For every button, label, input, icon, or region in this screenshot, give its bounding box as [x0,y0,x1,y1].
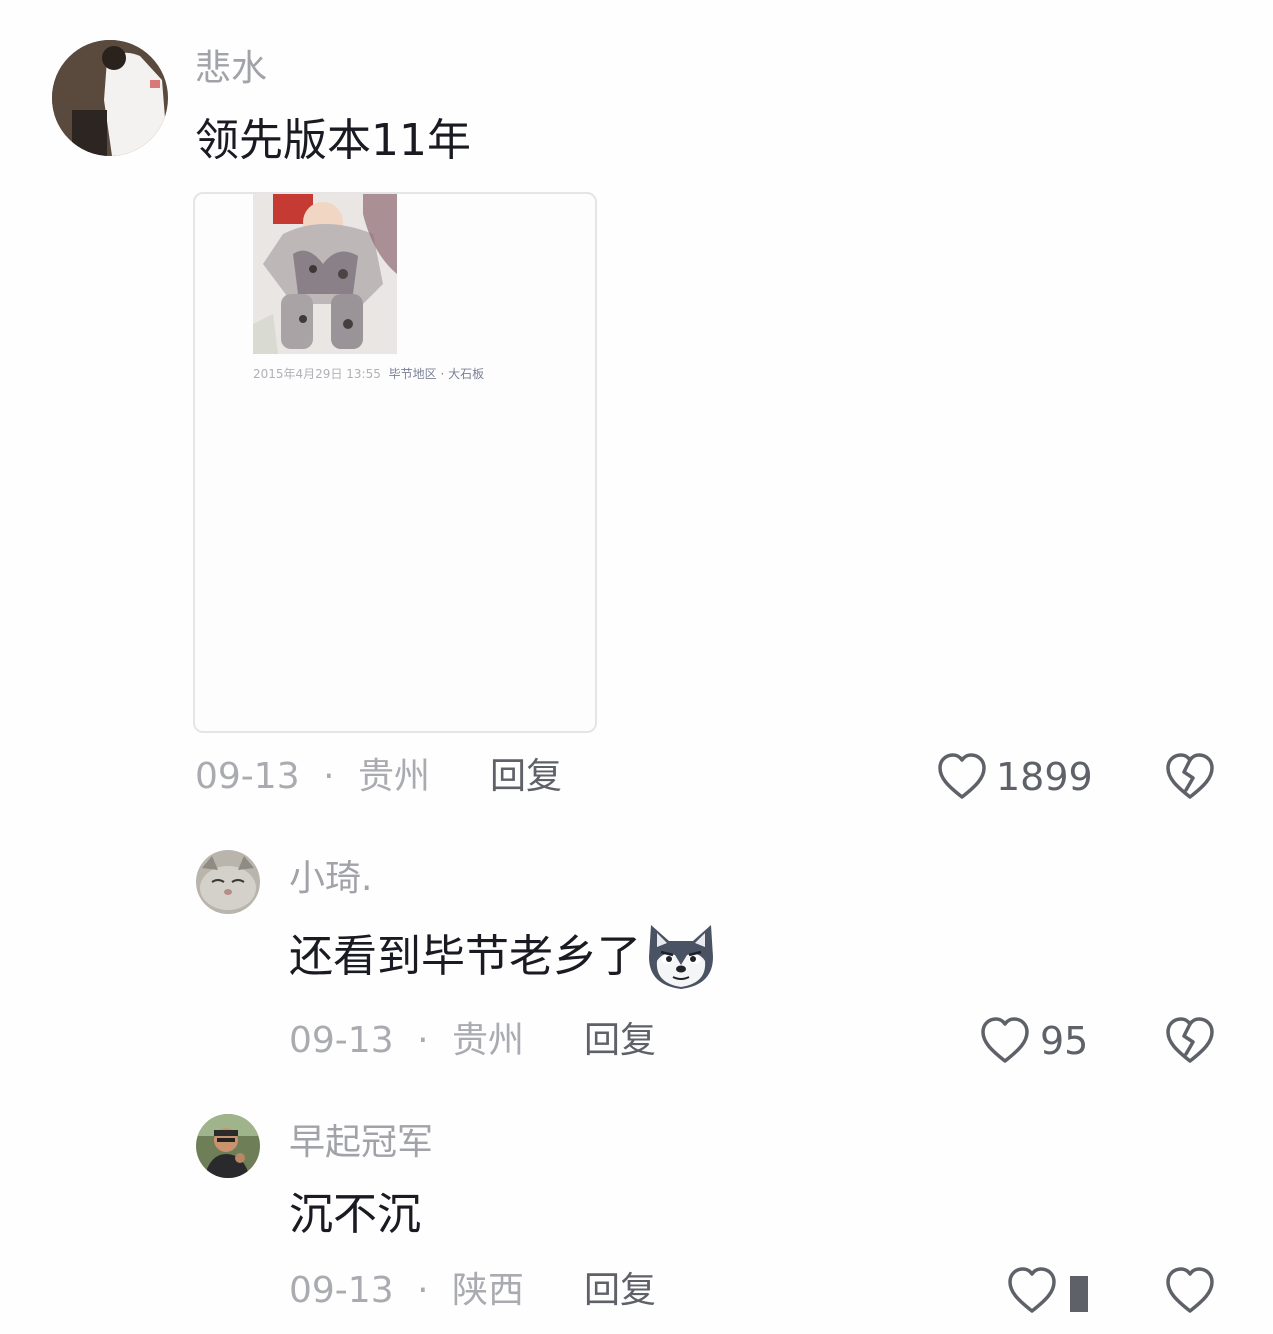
dislike-heart-icon[interactable] [1164,1016,1216,1066]
husky-emoji-icon [643,921,719,993]
photo-caption-place: 毕节地区 · 大石板 [388,367,485,381]
comment-location: 贵州 [357,756,430,797]
like-count: 1899 [996,755,1093,799]
comment-text-row: 还看到毕节老乡了 [289,922,719,992]
comment-location: 贵州 [451,1020,524,1061]
avatar[interactable] [196,850,260,914]
avatar[interactable] [52,40,168,156]
reply-button[interactable]: 回复 [490,754,562,800]
photo-caption-date: 2015年4月29日 13:55 [253,367,381,381]
baby-photo [253,194,397,354]
username[interactable]: 悲水 [195,46,267,92]
comment-text: 领先版本11年 [195,115,471,166]
username[interactable]: 早起冠军 [289,1120,433,1166]
comment-meta: 09-13 · 贵州 [195,754,430,800]
comment-date: 09-13 [289,1270,394,1311]
comment-text: 还看到毕节老乡了 [289,931,641,982]
comment-meta: 09-13 · 贵州 [289,1018,524,1064]
comment-date: 09-13 [289,1020,394,1061]
comment-meta: 09-13 · 陕西 [289,1268,524,1314]
meta-separator: · [323,756,335,797]
avatar[interactable] [196,1114,260,1178]
heart-icon[interactable] [1006,1266,1058,1316]
comment-location: 陕西 [451,1270,524,1311]
comment-text: 沉不沉 [289,1189,421,1240]
meta-separator: · [417,1020,429,1061]
reply-button[interactable]: 回复 [584,1268,656,1314]
username[interactable]: 小琦. [289,856,372,902]
heart-icon[interactable] [979,1016,1031,1066]
comment-date: 09-13 [195,756,300,797]
comment-image-attachment[interactable]: 2015年4月29日 13:55 毕节地区 · 大石板 [193,192,597,733]
dislike-heart-icon[interactable] [1164,752,1216,802]
photo-caption: 2015年4月29日 13:55 毕节地区 · 大石板 [253,366,484,382]
like-count: 95 [1040,1019,1089,1063]
meta-separator: · [417,1270,429,1311]
reply-button[interactable]: 回复 [584,1018,656,1064]
dislike-heart-icon[interactable] [1164,1266,1216,1316]
like-count-placeholder [1070,1276,1088,1312]
heart-icon[interactable] [936,752,988,802]
